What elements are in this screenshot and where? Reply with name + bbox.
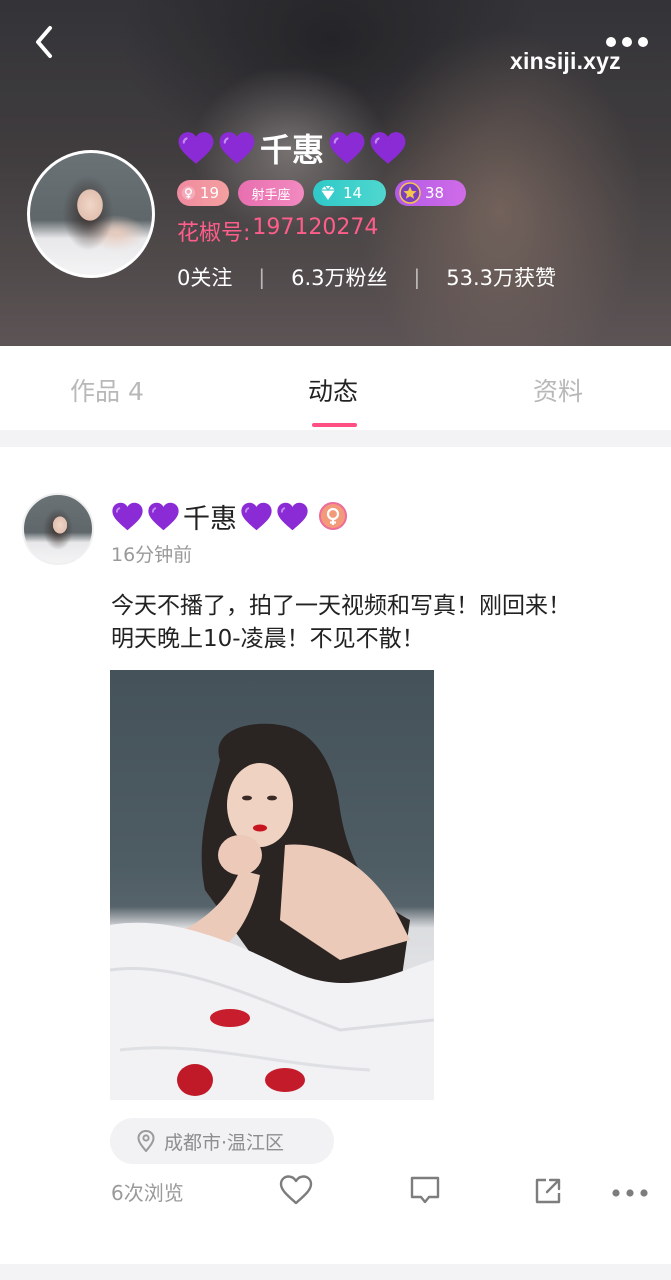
heart-icon	[279, 1175, 313, 1205]
post-photo[interactable]	[110, 670, 434, 1100]
tab-works[interactable]: 作品 4	[70, 372, 144, 408]
post-author-name-text: 千惠	[183, 503, 237, 535]
fans-count[interactable]: 6.3万粉丝	[291, 262, 387, 292]
profile-stats: 0关注 | 6.3万粉丝 | 53.3万获赞	[177, 262, 556, 292]
watermark-text: xinsiji.xyz	[510, 48, 621, 74]
purple-heart-icon	[277, 502, 308, 530]
purple-heart-icon	[148, 502, 179, 530]
back-button[interactable]	[28, 22, 62, 62]
location-pin-icon	[137, 1130, 155, 1152]
badge-row: 19 射手座 14 38	[177, 180, 466, 206]
section-divider	[0, 430, 671, 447]
user-id-value: 197120274	[252, 215, 379, 240]
profile-avatar[interactable]	[27, 150, 155, 278]
zodiac-badge[interactable]: 射手座	[238, 180, 304, 206]
username-text: 千惠	[260, 131, 325, 169]
active-tab-indicator	[312, 423, 357, 427]
bottom-divider	[0, 1264, 671, 1280]
tab-profile-info[interactable]: 资料	[533, 372, 583, 408]
heart-decoration-right	[240, 501, 309, 532]
more-icon	[612, 1189, 648, 1197]
star-level-badge[interactable]: 38	[395, 180, 466, 206]
gender-level-badge[interactable]: 19	[177, 180, 229, 206]
location-tag[interactable]: 成都市·温江区	[110, 1118, 334, 1164]
post-text-line: 今天不播了，拍了一天视频和写真！刚回来！	[111, 593, 571, 619]
heart-decoration-right	[328, 130, 407, 166]
comment-button[interactable]	[408, 1174, 442, 1210]
diamond-level-badge[interactable]: 14	[313, 180, 386, 206]
comment-icon	[410, 1176, 440, 1204]
post-timestamp: 16分钟前	[111, 544, 193, 566]
post-text-line: 明天晚上10-凌晨！不见不散！	[111, 626, 425, 652]
view-count: 6次浏览	[111, 1181, 184, 1205]
post-author-avatar[interactable]	[22, 493, 94, 565]
female-level-icon	[319, 502, 347, 530]
tab-feed[interactable]: 动态	[308, 372, 358, 408]
stats-separator: |	[258, 265, 266, 289]
share-button[interactable]	[533, 1176, 563, 1210]
back-icon	[36, 26, 52, 58]
female-icon	[181, 186, 196, 200]
user-id-label: 花椒号:	[177, 221, 251, 246]
stats-separator: |	[413, 265, 421, 289]
purple-heart-icon	[241, 502, 272, 530]
zodiac-text: 射手座	[251, 187, 291, 203]
gender-level-value: 19	[199, 184, 219, 202]
location-text: 成都市·温江区	[164, 1131, 285, 1154]
like-button[interactable]	[278, 1174, 314, 1210]
photo-illustration	[110, 723, 434, 1100]
following-count[interactable]: 0关注	[177, 262, 232, 292]
purple-heart-icon	[112, 502, 143, 530]
heart-decoration-left	[177, 130, 256, 166]
user-id: 花椒号: 197120274	[177, 215, 378, 247]
purple-heart-icon	[329, 132, 365, 164]
heart-decoration-left	[111, 501, 180, 532]
purple-heart-icon	[370, 132, 406, 164]
diamond-level-value: 14	[343, 184, 363, 202]
post-author-name[interactable]: 千惠	[111, 498, 347, 535]
share-icon	[535, 1178, 561, 1204]
profile-username: 千惠	[177, 128, 407, 169]
post-more-button[interactable]	[610, 1184, 650, 1203]
star-icon	[399, 182, 421, 204]
purple-heart-icon	[178, 132, 214, 164]
likes-count: 53.3万获赞	[446, 266, 557, 290]
post-text: 今天不播了，拍了一天视频和写真！刚回来！ 明天晚上10-凌晨！不见不散！	[111, 590, 651, 656]
diamond-icon	[321, 185, 335, 200]
purple-heart-icon	[219, 132, 255, 164]
star-level-value: 38	[425, 184, 445, 202]
profile-header: xinsiji.xyz 千惠 19 射手座 14 38 花椒号: 1971202…	[0, 0, 671, 346]
profile-tabs: 作品 4 动态 资料	[0, 346, 671, 430]
